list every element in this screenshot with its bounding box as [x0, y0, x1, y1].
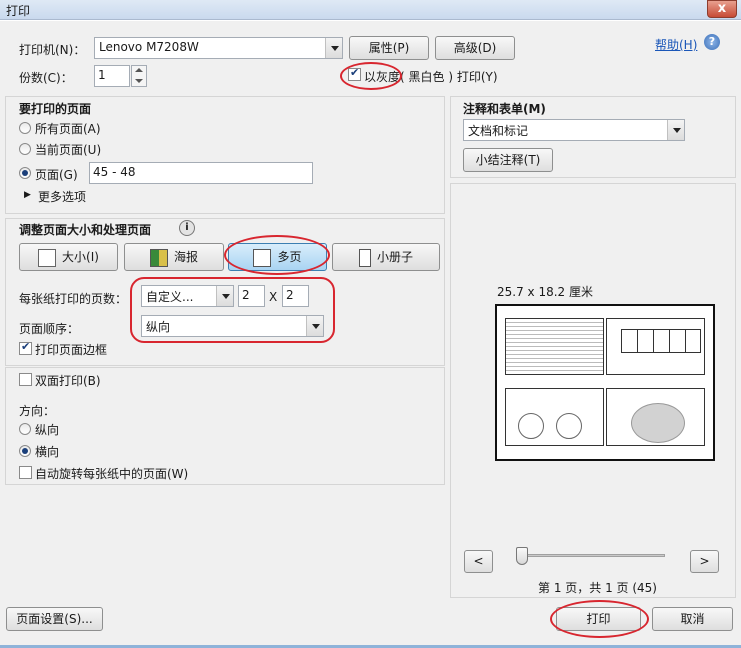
- size-mode-button[interactable]: 大小(I): [19, 243, 118, 271]
- current-page-radio[interactable]: [19, 143, 31, 155]
- orientation-label: 方向：: [19, 404, 56, 418]
- auto-rotate-checkbox[interactable]: [19, 466, 32, 479]
- grayscale-label-prefix: 以灰度: [364, 70, 401, 84]
- window-title: 打印: [6, 4, 31, 18]
- help-icon[interactable]: ?: [704, 34, 720, 50]
- page-setup-button[interactable]: 页面设置(S)...: [6, 607, 103, 631]
- preview-page-2: [606, 318, 705, 375]
- preview-diagram: [631, 403, 685, 443]
- close-button[interactable]: x: [707, 0, 737, 18]
- advanced-button[interactable]: 高级(D): [435, 36, 515, 60]
- booklet-mode-button[interactable]: 小册子: [332, 243, 440, 271]
- page-slider-track[interactable]: [519, 554, 665, 557]
- sizing-heading: 调整页面大小和处理页面: [19, 223, 152, 237]
- spin-down-icon[interactable]: [135, 79, 143, 83]
- page-range-radio[interactable]: [19, 167, 31, 179]
- page-status: 第 1 页，共 1 页 (45): [538, 581, 657, 595]
- portrait-radio[interactable]: [19, 423, 31, 435]
- copies-label: 份数(C)：: [19, 71, 73, 85]
- info-icon[interactable]: i: [179, 220, 195, 236]
- comments-heading: 注释和表单(M): [463, 102, 546, 116]
- portrait-label: 纵向: [35, 423, 60, 437]
- chevron-down-icon: [216, 286, 233, 306]
- preview-circle-a: [518, 413, 544, 439]
- page-order-select[interactable]: 纵向: [141, 315, 324, 337]
- size-mode-label: 大小(I): [62, 250, 99, 264]
- pages-heading: 要打印的页面: [19, 102, 92, 116]
- pages-per-sheet-label: 每张纸打印的页数：: [19, 292, 128, 306]
- page-order-label: 页面顺序：: [19, 322, 80, 336]
- cancel-button[interactable]: 取消: [652, 607, 733, 631]
- page-slider-thumb[interactable]: [516, 547, 528, 565]
- properties-button[interactable]: 属性(P): [349, 36, 429, 60]
- chevron-down-icon: [325, 38, 342, 58]
- page-range-label: 页面(G): [35, 168, 78, 182]
- preview-sheet: [495, 304, 715, 461]
- summarize-comments-button[interactable]: 小结注释(T): [463, 148, 553, 172]
- page-range-input[interactable]: 45 - 48: [89, 162, 313, 184]
- multiple-pages-icon: [253, 248, 272, 267]
- page-order-value: 纵向: [146, 320, 171, 334]
- preview-page-3: [505, 388, 604, 446]
- grayscale-label: 以灰度( 黑白色 ) 打印(Y): [364, 68, 498, 85]
- columns-value: 2: [242, 288, 250, 302]
- comments-select[interactable]: 文档和标记: [463, 119, 685, 141]
- multiple-mode-label: 多页: [277, 250, 302, 264]
- copies-spinner[interactable]: [131, 65, 147, 87]
- printer-select[interactable]: Lenovo M7208W: [94, 37, 343, 59]
- duplex-label: 双面打印(B): [35, 374, 101, 388]
- prev-page-button[interactable]: <: [464, 550, 493, 573]
- landscape-label: 横向: [35, 445, 60, 459]
- more-options-link[interactable]: 更多选项: [38, 188, 86, 205]
- rows-value: 2: [286, 288, 294, 302]
- printer-select-value: Lenovo M7208W: [99, 40, 199, 54]
- dialog-body: 打印机(N)： Lenovo M7208W 属性(P) 高级(D) 帮助(H) …: [0, 21, 741, 645]
- print-button[interactable]: 打印: [556, 607, 641, 631]
- all-pages-radio[interactable]: [19, 122, 31, 134]
- current-page-label: 当前页面(U): [35, 143, 102, 157]
- comments-value: 文档和标记: [468, 124, 529, 138]
- rows-input[interactable]: 2: [282, 285, 309, 307]
- preview-page-4: [606, 388, 705, 446]
- page-range-value: 45 - 48: [93, 165, 136, 179]
- pages-per-sheet-value: 自定义...: [146, 290, 194, 304]
- landscape-radio[interactable]: [19, 445, 31, 457]
- print-border-label: 打印页面边框: [35, 343, 108, 357]
- spin-up-icon[interactable]: [135, 68, 143, 72]
- preview-table: [621, 329, 701, 353]
- poster-mode-label: 海报: [173, 250, 198, 264]
- booklet-icon: [358, 248, 371, 267]
- booklet-mode-label: 小册子: [376, 250, 413, 264]
- next-page-button[interactable]: >: [690, 550, 719, 573]
- preview-page-1: [505, 318, 604, 375]
- x-separator: X: [269, 290, 278, 304]
- print-border-checkbox[interactable]: [19, 340, 32, 355]
- help-link[interactable]: 帮助(H): [655, 36, 697, 53]
- paper-size-label: 25.7 x 18.2 厘米: [497, 285, 593, 299]
- auto-rotate-label: 自动旋转每张纸中的页面(W): [35, 467, 189, 481]
- columns-input[interactable]: 2: [238, 285, 265, 307]
- printer-label: 打印机(N)：: [19, 43, 86, 57]
- grayscale-label-suffix: ( 黑白色 ) 打印(Y): [400, 70, 498, 84]
- title-bar: 打印 x: [0, 0, 741, 20]
- duplex-checkbox[interactable]: [19, 373, 32, 386]
- poster-icon: [149, 248, 168, 267]
- preview-circle-b: [556, 413, 582, 439]
- copies-value: 1: [98, 68, 106, 82]
- chevron-down-icon: [667, 120, 684, 140]
- multiple-mode-button[interactable]: 多页: [228, 243, 327, 271]
- copies-input[interactable]: 1: [94, 65, 130, 87]
- resize-icon: [38, 248, 57, 267]
- poster-mode-button[interactable]: 海报: [124, 243, 224, 271]
- pages-per-sheet-select[interactable]: 自定义...: [141, 285, 234, 307]
- grayscale-checkbox[interactable]: [348, 66, 361, 81]
- expand-triangle-icon[interactable]: ▶: [24, 190, 31, 200]
- all-pages-label: 所有页面(A): [35, 122, 101, 136]
- chevron-down-icon: [306, 316, 323, 336]
